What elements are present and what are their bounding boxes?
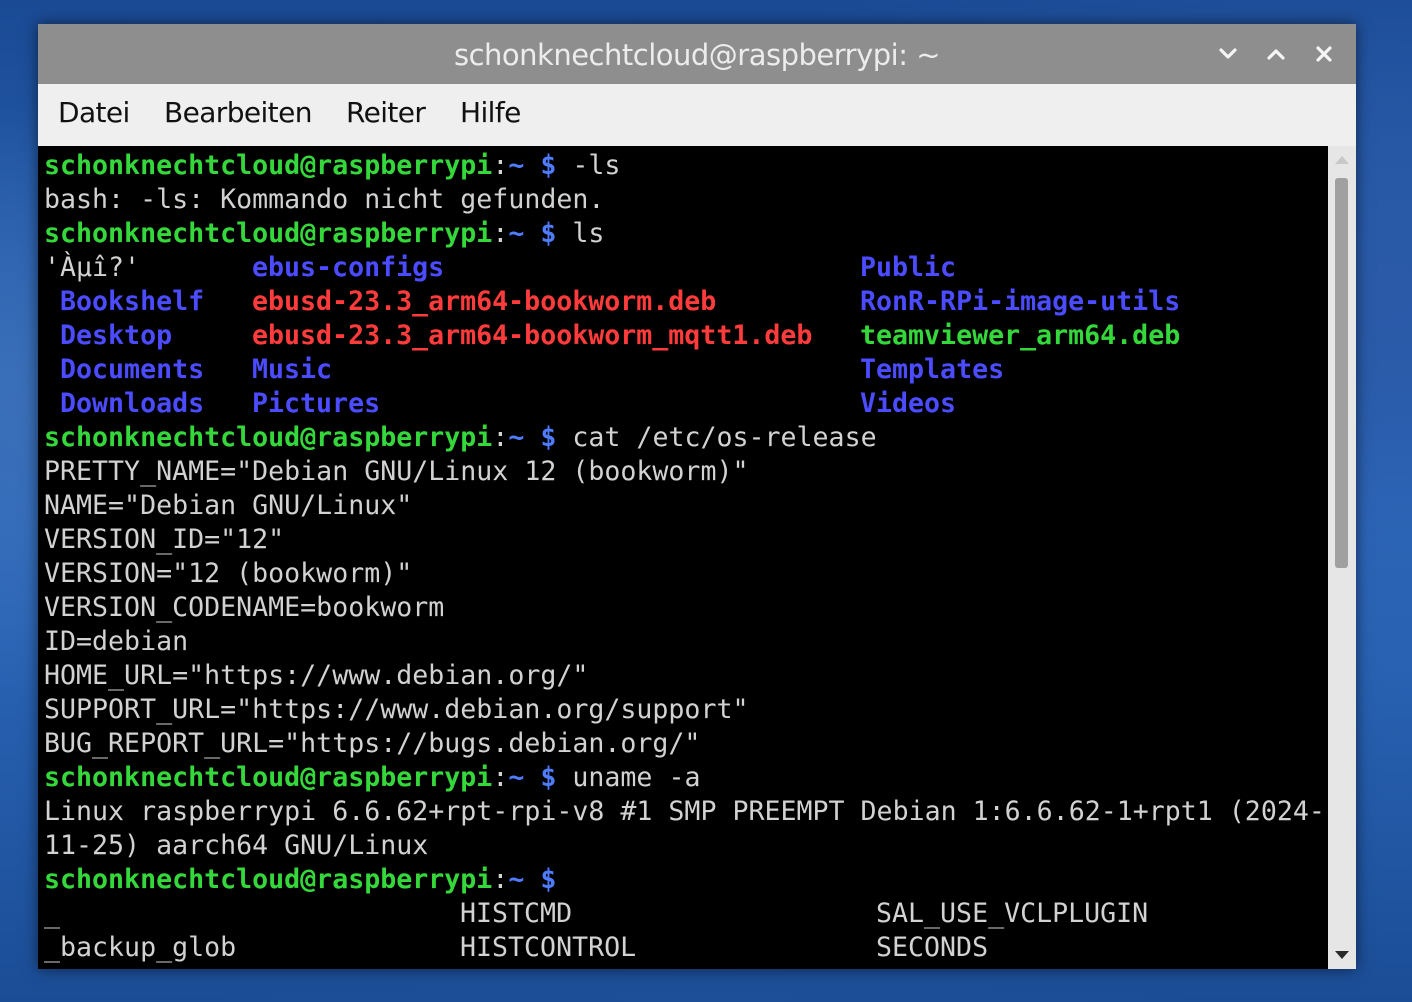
completion-entry: _ [44, 898, 61, 929]
output-line: SUPPORT_URL="https://www.debian.org/supp… [44, 694, 749, 725]
prompt-path: ~ $ [508, 218, 557, 249]
ls-entry: Videos [860, 388, 957, 419]
completion-entry: HISTCMD [460, 898, 573, 929]
prompt-line: schonknechtcloud@raspberrypi:~ $ cat /et… [44, 421, 877, 455]
ls-entry: Desktop [44, 320, 173, 351]
terminal-window: schonknechtcloud@raspberrypi: ~ Datei Be… [38, 24, 1356, 969]
prompt-user-host: schonknechtcloud@raspberrypi [44, 218, 493, 249]
prompt-colon: : [492, 422, 509, 453]
ls-entry: 'Àµî?' [44, 252, 141, 283]
menu-bar: Datei Bearbeiten Reiter Hilfe [38, 84, 1356, 146]
ls-entry: Pictures [252, 388, 381, 419]
maximize-button[interactable] [1260, 38, 1292, 70]
menu-bearbeiten[interactable]: Bearbeiten [164, 96, 312, 129]
output-line: HOME_URL="https://www.debian.org/" [44, 660, 589, 691]
chevron-down-icon [1219, 48, 1237, 59]
command-text: -ls [556, 150, 621, 181]
prompt-user-host: schonknechtcloud@raspberrypi [44, 150, 493, 181]
menu-datei[interactable]: Datei [58, 96, 130, 129]
ls-entry: Templates [860, 354, 1005, 385]
command-text: uname -a [556, 762, 701, 793]
menu-reiter[interactable]: Reiter [346, 96, 426, 129]
menu-hilfe[interactable]: Hilfe [460, 96, 521, 129]
minimize-button[interactable] [1212, 38, 1244, 70]
command-text: cat /etc/os-release [556, 422, 877, 453]
command-text: ls [556, 218, 605, 249]
prompt-path: ~ $ [508, 864, 557, 895]
window-title: schonknechtcloud@raspberrypi: ~ [453, 38, 941, 72]
prompt-line: schonknechtcloud@raspberrypi:~ $ uname -… [44, 761, 700, 795]
scrollbar-thumb[interactable] [1335, 178, 1348, 568]
prompt-colon: : [492, 864, 509, 895]
completion-entry: HISTCONTROL [460, 932, 637, 963]
prompt-line: schonknechtcloud@raspberrypi:~ $ ls [44, 217, 604, 251]
output-line: 11-25) aarch64 GNU/Linux [44, 830, 429, 861]
scroll-down-button[interactable] [1328, 941, 1356, 969]
output-line: PRETTY_NAME="Debian GNU/Linux 12 (bookwo… [44, 456, 749, 487]
output-line: VERSION="12 (bookworm)" [44, 558, 413, 589]
ls-entry: RonR-RPi-image-utils [860, 286, 1181, 317]
triangle-down-icon [1335, 951, 1349, 959]
output-line: ID=debian [44, 626, 189, 657]
terminal-output[interactable]: schonknechtcloud@raspberrypi:~ $ -ls bas… [38, 146, 1328, 969]
ls-entry: Documents [44, 354, 205, 385]
ls-entry: ebusd-23.3_arm64-bookworm_mqtt1.deb [252, 320, 813, 351]
output-line: VERSION_CODENAME=bookworm [44, 592, 445, 623]
triangle-up-icon [1335, 156, 1349, 164]
prompt-user-host: schonknechtcloud@raspberrypi [44, 762, 493, 793]
prompt-path: ~ $ [508, 150, 557, 181]
ls-entry: ebus-configs [252, 252, 445, 283]
ls-entry: Music [252, 354, 333, 385]
prompt-user-host: schonknechtcloud@raspberrypi [44, 422, 493, 453]
ls-entry: Bookshelf [44, 286, 205, 317]
prompt-colon: : [492, 150, 509, 181]
completion-entry: SAL_USE_VCLPLUGIN [876, 898, 1149, 929]
completion-entry: _backup_glob [44, 932, 237, 963]
ls-entry: ebusd-23.3_arm64-bookworm.deb [252, 286, 717, 317]
prompt-user-host: schonknechtcloud@raspberrypi [44, 864, 493, 895]
output-line: NAME="Debian GNU/Linux" [44, 490, 413, 521]
chevron-up-icon [1267, 49, 1285, 60]
output-line: Linux raspberrypi 6.6.62+rpt-rpi-v8 #1 S… [44, 796, 1325, 827]
output-line: bash: -ls: Kommando nicht gefunden. [44, 184, 605, 215]
completion-entry: SECONDS [876, 932, 989, 963]
output-line: VERSION_ID="12" [44, 524, 285, 555]
ls-entry: Public [860, 252, 957, 283]
completion-listing: _ HISTCMD SAL_USE_VCLPLUGIN _backup_glob… [38, 897, 1328, 969]
title-bar[interactable]: schonknechtcloud@raspberrypi: ~ [38, 24, 1356, 84]
prompt-colon: : [492, 218, 509, 249]
prompt-colon: : [492, 762, 509, 793]
prompt-path: ~ $ [508, 762, 557, 793]
close-button[interactable] [1308, 38, 1340, 70]
ls-listing: 'Àµî?' Bookshelf Desktop Documents Downl… [38, 251, 1328, 421]
prompt-line: schonknechtcloud@raspberrypi:~ $ -ls [44, 149, 620, 183]
ls-entry: teamviewer_arm64.deb [860, 320, 1181, 351]
close-icon [1316, 46, 1332, 62]
output-line: BUG_REPORT_URL="https://bugs.debian.org/… [44, 728, 701, 759]
scroll-up-button[interactable] [1328, 146, 1356, 174]
vertical-scrollbar[interactable] [1328, 146, 1356, 969]
prompt-line: schonknechtcloud@raspberrypi:~ $ [44, 863, 556, 897]
desktop-background: schonknechtcloud@raspberrypi: ~ Datei Be… [0, 0, 1412, 1002]
ls-entry: Downloads [44, 388, 205, 419]
prompt-path: ~ $ [508, 422, 557, 453]
